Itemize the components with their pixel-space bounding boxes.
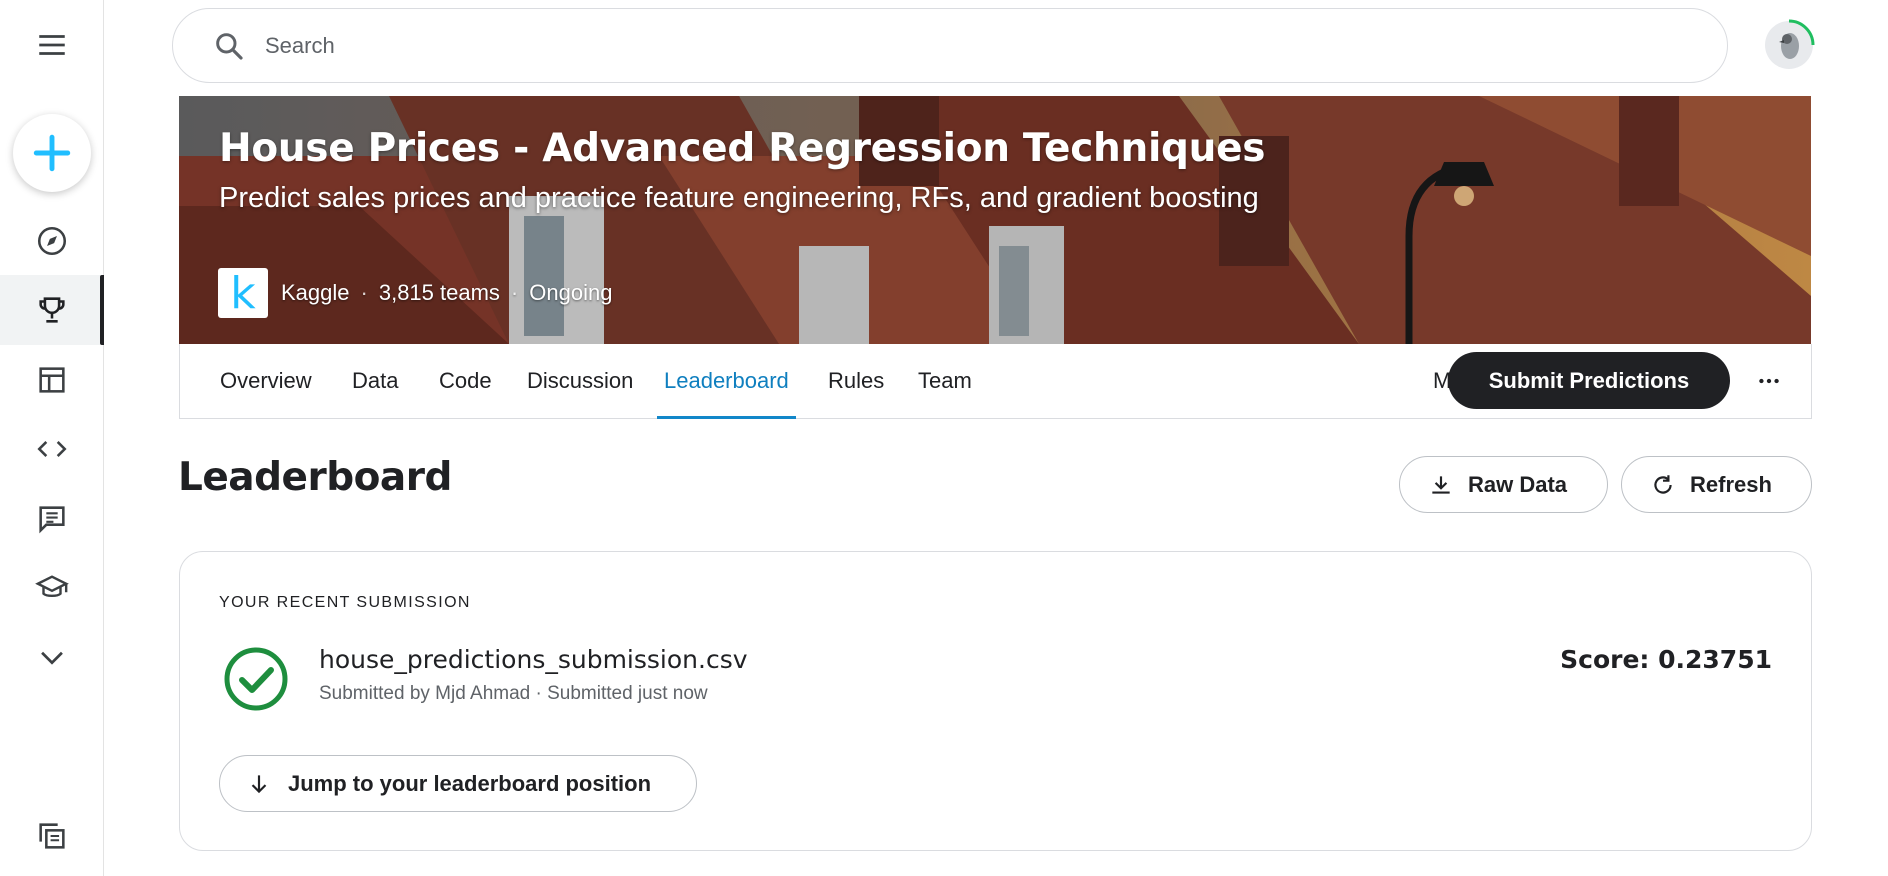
success-check-icon — [224, 647, 288, 711]
refresh-icon — [1654, 474, 1672, 494]
sidebar-more-button[interactable] — [0, 622, 104, 692]
create-button[interactable] — [13, 114, 91, 192]
competition-meta: k Kaggle · 3,815 teams · Ongoing — [218, 268, 613, 319]
menu-button[interactable] — [0, 10, 104, 80]
tab-code[interactable]: Code — [432, 344, 499, 418]
more-options-button[interactable] — [1754, 366, 1784, 396]
competition-status: Ongoing — [529, 280, 613, 305]
competition-tabbar: Overview Data Code Discussion Leaderboar… — [179, 344, 1812, 419]
trophy-icon — [39, 297, 65, 323]
tab-data[interactable]: Data — [345, 344, 405, 418]
plus-icon — [33, 134, 71, 172]
sidebar-item-datasets[interactable] — [0, 345, 104, 415]
page-title: Leaderboard — [178, 455, 452, 500]
team-count: 3,815 teams — [378, 280, 500, 305]
code-icon — [37, 441, 67, 457]
school-icon — [35, 575, 69, 597]
tab-discussion[interactable]: Discussion — [520, 344, 640, 418]
tab-overview[interactable]: Overview — [213, 344, 319, 418]
competition-subtitle: Predict sales prices and practice featur… — [219, 182, 1259, 214]
host-name: Kaggle — [281, 280, 350, 305]
tab-leaderboard[interactable]: Leaderboard — [657, 344, 796, 419]
sidebar-item-discussions[interactable] — [0, 484, 104, 554]
raw-data-button[interactable]: Raw Data — [1399, 456, 1608, 513]
download-icon — [1432, 475, 1450, 494]
sidebar-item-code[interactable] — [0, 414, 104, 484]
submit-predictions-button[interactable]: Submit Predictions — [1448, 352, 1730, 409]
sidebar-item-learn[interactable] — [0, 553, 104, 623]
jump-to-position-button[interactable]: Jump to your leaderboard position — [219, 755, 697, 812]
tab-team[interactable]: Team — [911, 344, 979, 418]
competition-banner: House Prices - Advanced Regression Techn… — [179, 96, 1811, 344]
kaggle-logo-icon: k — [218, 268, 268, 319]
meta-separator: · — [360, 280, 368, 305]
menu-icon — [39, 35, 65, 55]
submission-meta: Submitted by Mjd Ahmad · Submitted just … — [319, 683, 708, 704]
arrow-down-icon — [251, 774, 267, 793]
avatar[interactable] — [1762, 18, 1816, 72]
user-avatar-icon — [1765, 19, 1815, 69]
refresh-button[interactable]: Refresh — [1621, 456, 1812, 513]
sidebar-item-your-work[interactable] — [0, 801, 104, 871]
refresh-label: Refresh — [1690, 471, 1772, 497]
sidebar — [0, 0, 104, 876]
table-icon — [39, 367, 65, 393]
compass-icon — [37, 226, 67, 256]
recent-submission-label: YOUR RECENT SUBMISSION — [219, 594, 471, 611]
meta-separator: · — [510, 280, 519, 305]
sidebar-item-competitions[interactable] — [0, 275, 104, 345]
jump-label: Jump to your leaderboard position — [288, 770, 652, 796]
sidebar-item-home[interactable] — [0, 206, 104, 276]
copy-icon — [39, 823, 65, 849]
competition-title: House Prices - Advanced Regression Techn… — [219, 126, 1266, 171]
comment-icon — [39, 506, 65, 534]
more-horizontal-icon — [1759, 378, 1779, 384]
app-root: House Prices - Advanced Regression Techn… — [0, 0, 1888, 876]
search-icon — [216, 32, 243, 60]
search-bar[interactable] — [172, 8, 1728, 83]
chevron-down-icon — [41, 651, 63, 665]
submission-file-name: house_predictions_submission.csv — [319, 645, 748, 674]
tab-rules[interactable]: Rules — [821, 344, 891, 418]
recent-submission-card: YOUR RECENT SUBMISSION house_predictions… — [179, 551, 1812, 851]
submission-score: Score: 0.23751 — [1560, 645, 1772, 674]
raw-data-label: Raw Data — [1468, 471, 1568, 497]
search-input[interactable] — [265, 32, 1465, 59]
